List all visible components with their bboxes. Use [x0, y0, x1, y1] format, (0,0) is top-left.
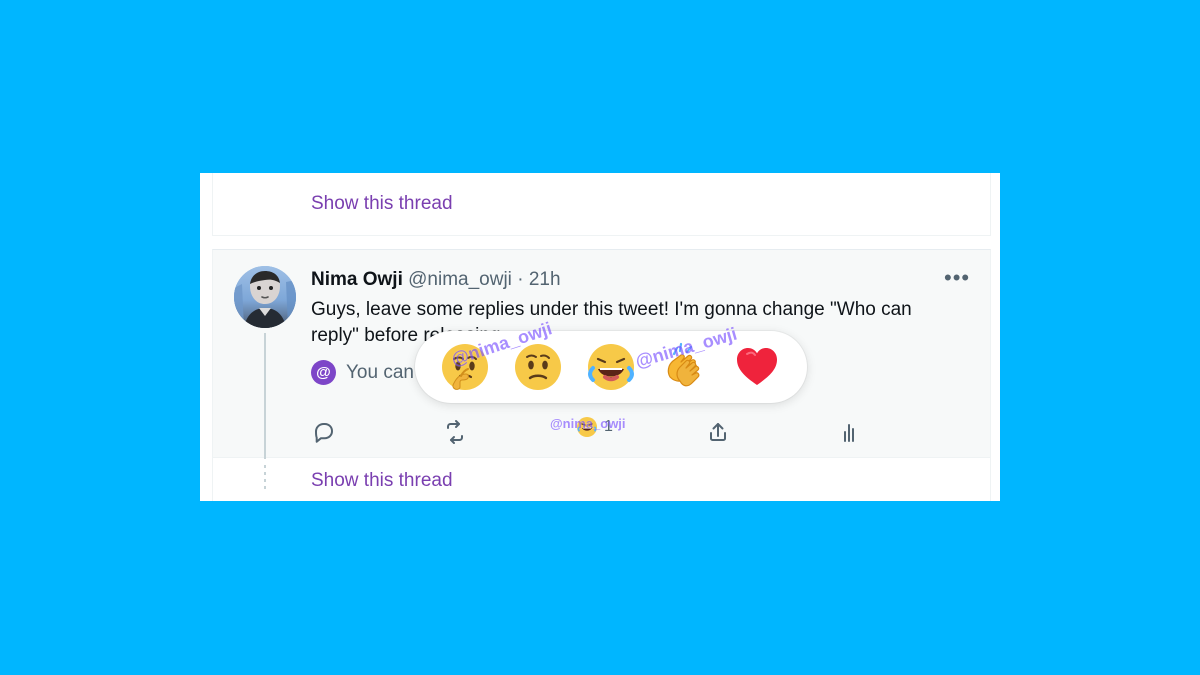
retweet-button[interactable]: [441, 418, 469, 446]
tweet-time[interactable]: 21h: [529, 269, 561, 290]
reaction-button[interactable]: 1: [576, 416, 613, 438]
share-button[interactable]: [704, 418, 732, 446]
author-handle[interactable]: @nima_owji: [408, 269, 512, 290]
reply-icon: [315, 423, 333, 443]
retweet-icon: [447, 420, 463, 444]
laughing-face-icon[interactable]: [583, 339, 639, 395]
laughing-face-icon: [577, 417, 597, 437]
time-separator: ·: [517, 269, 524, 290]
reply-button[interactable]: [309, 418, 337, 446]
show-thread-link-bottom[interactable]: Show this thread: [311, 470, 453, 492]
tweet-header: Nima Owji @nima_owji · 21h: [311, 269, 561, 291]
analytics-button[interactable]: [835, 418, 863, 446]
confused-face-icon[interactable]: [510, 339, 566, 395]
thinking-face-icon[interactable]: [437, 339, 493, 395]
share-icon: [710, 423, 726, 441]
thread-connector-line: [264, 333, 266, 459]
reaction-count: 1: [604, 418, 613, 435]
heart-icon[interactable]: [729, 339, 785, 395]
reaction-picker-popup: [415, 331, 807, 403]
show-thread-link-top[interactable]: Show this thread: [311, 193, 453, 215]
thread-connector-dots: [264, 465, 266, 491]
clapping-hands-icon[interactable]: [656, 339, 712, 395]
analytics-icon: [844, 424, 854, 442]
avatar[interactable]: [234, 266, 296, 328]
thread-gap: [212, 236, 991, 248]
more-options-button[interactable]: •••: [944, 267, 969, 292]
author-name[interactable]: Nima Owji: [311, 269, 403, 290]
reply-permission-icon: @: [311, 360, 336, 385]
